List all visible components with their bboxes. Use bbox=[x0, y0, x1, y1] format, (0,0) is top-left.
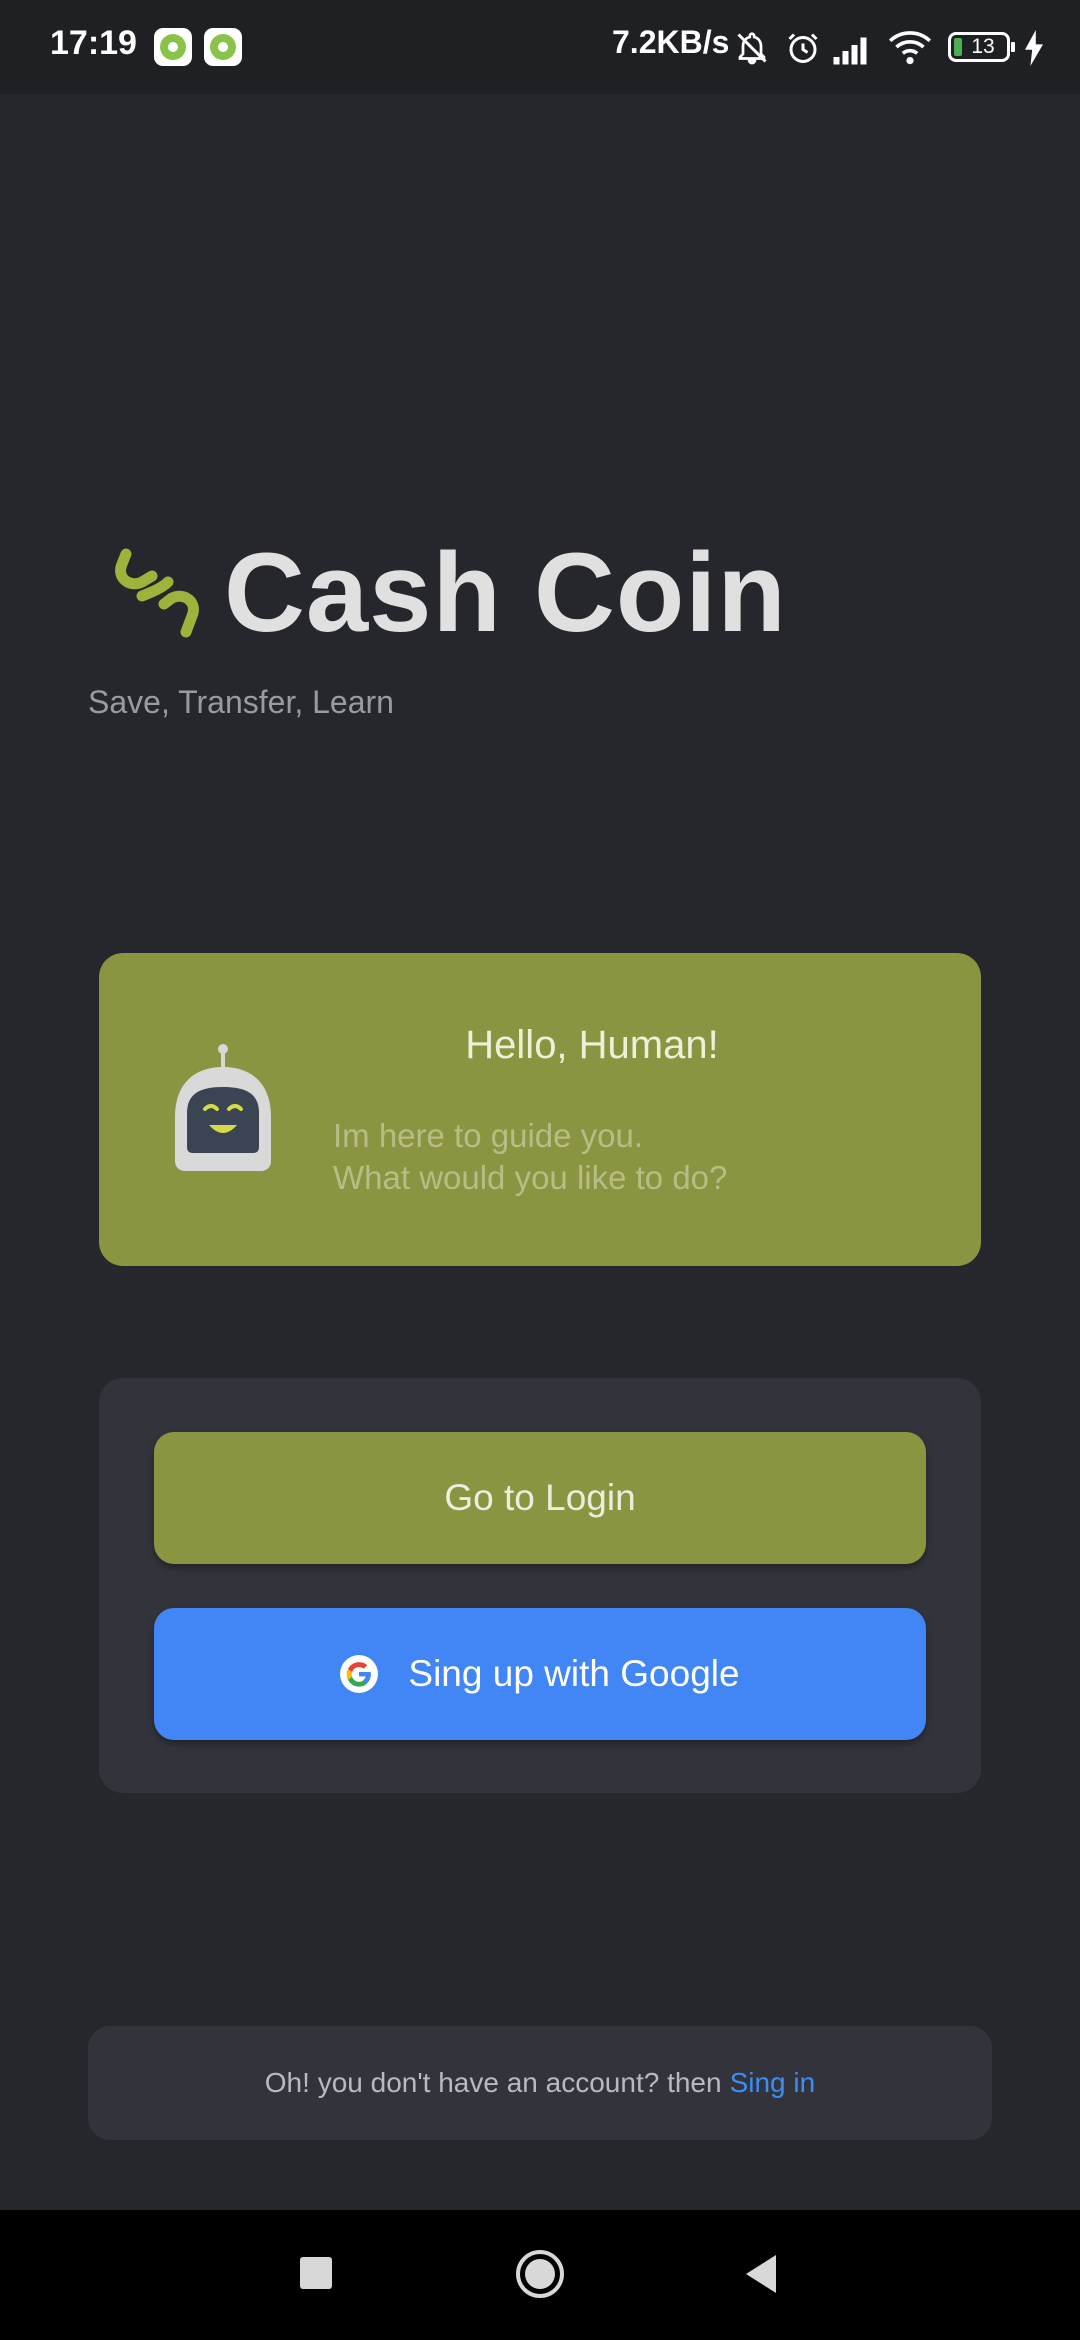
notification-app-icon bbox=[154, 28, 192, 66]
network-speed: 7.2KB/s bbox=[612, 24, 730, 60]
back-icon[interactable] bbox=[742, 2253, 780, 2295]
sign-in-link[interactable]: Sing in bbox=[730, 2067, 816, 2099]
signal-icon bbox=[833, 37, 867, 65]
guide-card: Hello, Human! Im here to guide you. What… bbox=[99, 953, 981, 1266]
signin-notice: Oh! you don't have an account? then Sing… bbox=[88, 2026, 992, 2140]
card-message: Im here to guide you. What would you lik… bbox=[333, 1115, 727, 1199]
google-signup-button[interactable]: Sing up with Google bbox=[154, 1608, 926, 1740]
go-to-login-label: Go to Login bbox=[444, 1477, 636, 1518]
app-title: Cash Coin bbox=[224, 530, 787, 655]
actions-panel: Go to Login Sing up with Google bbox=[99, 1378, 981, 1793]
home-icon[interactable] bbox=[515, 2249, 565, 2299]
battery-level: 13 bbox=[971, 35, 995, 58]
chain-link-icon bbox=[115, 548, 199, 638]
app-tagline: Save, Transfer, Learn bbox=[88, 684, 394, 720]
signin-notice-text: Oh! you don't have an account? then bbox=[264, 2067, 722, 2098]
go-to-login-button[interactable]: Go to Login bbox=[154, 1432, 926, 1564]
notification-app-icon bbox=[204, 28, 242, 66]
battery-icon: 13 bbox=[948, 32, 1015, 62]
wifi-icon bbox=[888, 31, 932, 65]
card-message-line-2: What would you like to do? bbox=[333, 1159, 728, 1196]
google-g-icon bbox=[340, 1655, 379, 1693]
alarm-icon bbox=[788, 33, 818, 63]
status-time: 17:19 bbox=[50, 24, 137, 62]
status-bar: 17:19 7.2KB/s 13 bbox=[0, 0, 1080, 94]
mute-icon bbox=[737, 32, 767, 65]
recents-icon[interactable] bbox=[300, 2257, 332, 2289]
card-message-line-1: Im here to guide you. bbox=[333, 1117, 644, 1154]
card-title: Hello, Human! bbox=[465, 1023, 719, 1067]
charging-icon bbox=[1025, 30, 1043, 66]
navigation-bar bbox=[0, 2210, 1080, 2340]
google-signup-label: Sing up with Google bbox=[408, 1653, 740, 1694]
